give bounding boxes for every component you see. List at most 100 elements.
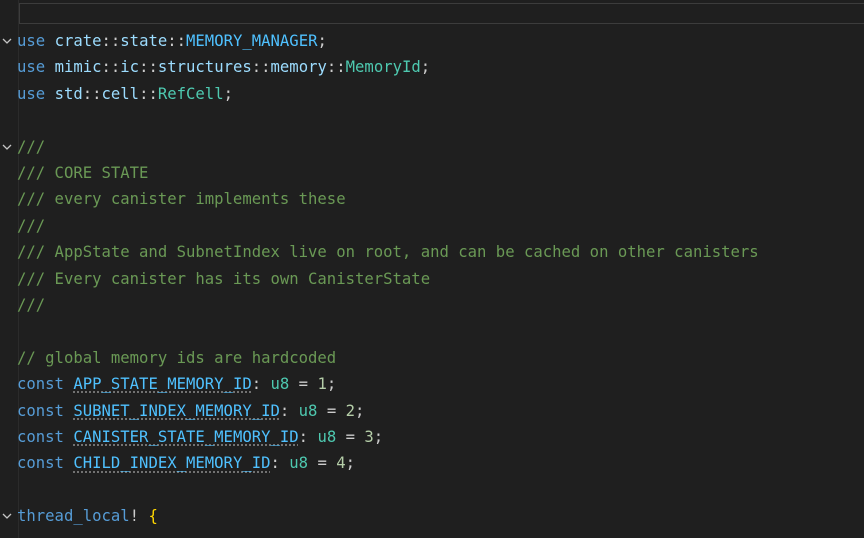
code-token: const — [17, 375, 64, 394]
code-line[interactable]: const CANISTER_STATE_MEMORY_ID: u8 = 3; — [0, 424, 864, 450]
code-token: /// AppState and SubnetIndex live on roo… — [17, 243, 759, 262]
code-token: u8 — [289, 454, 309, 473]
code-token: std — [54, 84, 83, 103]
code-text[interactable]: /// — [17, 213, 45, 239]
code-text[interactable]: // global memory ids are hardcoded — [17, 345, 336, 371]
code-text[interactable]: use mimic::ic::structures::memory::Memor… — [17, 54, 430, 80]
code-line[interactable]: const CHILD_INDEX_MEMORY_ID: u8 = 4; — [0, 450, 864, 476]
code-token: = — [317, 401, 346, 420]
code-text[interactable]: /// CORE STATE — [17, 160, 148, 186]
code-token: CHILD_INDEX_MEMORY_ID — [73, 454, 271, 473]
code-text[interactable]: const CHILD_INDEX_MEMORY_ID: u8 = 4; — [17, 450, 355, 476]
code-token: : — [279, 401, 299, 420]
code-text[interactable]: const SUBNET_INDEX_MEMORY_ID: u8 = 2; — [17, 398, 364, 424]
code-text[interactable]: /// — [17, 292, 45, 318]
code-line[interactable]: use crate::state::MEMORY_MANAGER; — [0, 28, 864, 54]
code-token: u8 — [317, 428, 337, 446]
fold-chevron-icon[interactable] — [0, 503, 14, 529]
code-token: :: — [101, 32, 121, 50]
code-token: ic — [120, 58, 140, 77]
code-token: /// Every canister has its own CanisterS… — [17, 269, 431, 288]
code-token: ; — [345, 454, 356, 473]
code-token: ; — [326, 375, 337, 394]
code-token: MemoryId — [345, 58, 421, 77]
empty-input-strip[interactable] — [19, 3, 864, 24]
code-token: u8 — [298, 401, 318, 420]
code-token: MEMORY_MANAGER — [186, 32, 318, 50]
code-token: 2 — [345, 401, 356, 420]
code-token: :: — [139, 84, 158, 103]
code-text[interactable]: /// AppState and SubnetIndex live on roo… — [17, 239, 759, 265]
code-token: /// CORE STATE — [17, 164, 149, 182]
code-token: /// — [17, 296, 46, 314]
code-token: : — [298, 428, 318, 446]
code-token: :: — [82, 84, 102, 103]
code-token: ; — [355, 401, 365, 420]
code-line[interactable]: const SUBNET_INDEX_MEMORY_ID: u8 = 2; — [0, 398, 864, 424]
code-token: { — [148, 507, 158, 526]
code-line[interactable]: /// — [0, 292, 864, 318]
code-line[interactable] — [0, 107, 864, 133]
code-text[interactable]: use std::cell::RefCell; — [17, 81, 233, 107]
code-token: :: — [326, 58, 346, 77]
code-text[interactable]: /// every canister implements these — [17, 186, 346, 212]
code-token: 4 — [336, 454, 346, 473]
code-line[interactable] — [0, 318, 864, 344]
code-token: thread_local — [17, 507, 130, 526]
code-text[interactable]: const APP_STATE_MEMORY_ID: u8 = 1; — [17, 371, 336, 397]
code-token: = — [336, 428, 365, 446]
code-token: = — [289, 375, 318, 394]
code-line[interactable]: const APP_STATE_MEMORY_ID: u8 = 1; — [0, 371, 864, 397]
code-line[interactable]: use mimic::ic::structures::memory::Memor… — [0, 54, 864, 80]
code-line[interactable] — [0, 477, 864, 503]
code-line[interactable]: /// Every canister has its own CanisterS… — [0, 266, 864, 292]
code-line[interactable]: /// — [0, 134, 864, 160]
code-editor[interactable]: use crate::state::MEMORY_MANAGER; use mim… — [0, 0, 864, 538]
code-token: structures — [157, 58, 252, 77]
code-token: 3 — [364, 428, 374, 446]
code-token: :: — [101, 58, 121, 77]
code-token: = — [308, 454, 337, 473]
code-token: memory — [270, 58, 327, 77]
code-token: use — [17, 84, 46, 103]
code-token: /// — [17, 216, 46, 235]
code-line[interactable]: use std::cell::RefCell; — [0, 81, 864, 107]
code-token: SUBNET_INDEX_MEMORY_ID — [73, 401, 280, 420]
code-token: ; — [317, 32, 327, 50]
code-token: APP_STATE_MEMORY_ID — [73, 375, 252, 394]
code-line[interactable]: /// CORE STATE — [0, 160, 864, 186]
code-line[interactable]: // global memory ids are hardcoded — [0, 345, 864, 371]
fold-chevron-icon[interactable] — [0, 28, 14, 54]
code-token: ! — [129, 507, 149, 526]
code-token: use — [17, 58, 46, 77]
code-line[interactable]: /// AppState and SubnetIndex live on roo… — [0, 239, 864, 265]
code-line[interactable]: /// — [0, 213, 864, 239]
code-token: 1 — [317, 375, 327, 394]
code-token: :: — [139, 58, 158, 77]
code-token: :: — [251, 58, 271, 77]
code-token: CANISTER_STATE_MEMORY_ID — [73, 428, 299, 446]
code-token: /// every canister implements these — [17, 190, 346, 209]
code-text[interactable]: /// — [17, 134, 45, 160]
code-token: state — [120, 32, 168, 50]
code-text[interactable]: /// Every canister has its own CanisterS… — [17, 266, 430, 292]
code-line[interactable]: /// every canister implements these — [0, 186, 864, 212]
code-token: RefCell — [157, 84, 224, 103]
code-token: cell — [101, 84, 140, 103]
code-text[interactable]: const CANISTER_STATE_MEMORY_ID: u8 = 3; — [17, 424, 383, 450]
code-token: : — [251, 375, 271, 394]
code-token: ; — [223, 84, 233, 103]
code-token: u8 — [270, 375, 290, 394]
code-token: use — [17, 32, 46, 50]
code-text[interactable]: thread_local! { — [17, 503, 158, 529]
code-token: const — [17, 428, 64, 446]
fold-chevron-icon[interactable] — [0, 134, 14, 160]
code-token: ; — [420, 58, 431, 77]
code-line[interactable]: thread_local! { — [0, 503, 864, 529]
code-text[interactable]: use crate::state::MEMORY_MANAGER; — [17, 28, 327, 54]
